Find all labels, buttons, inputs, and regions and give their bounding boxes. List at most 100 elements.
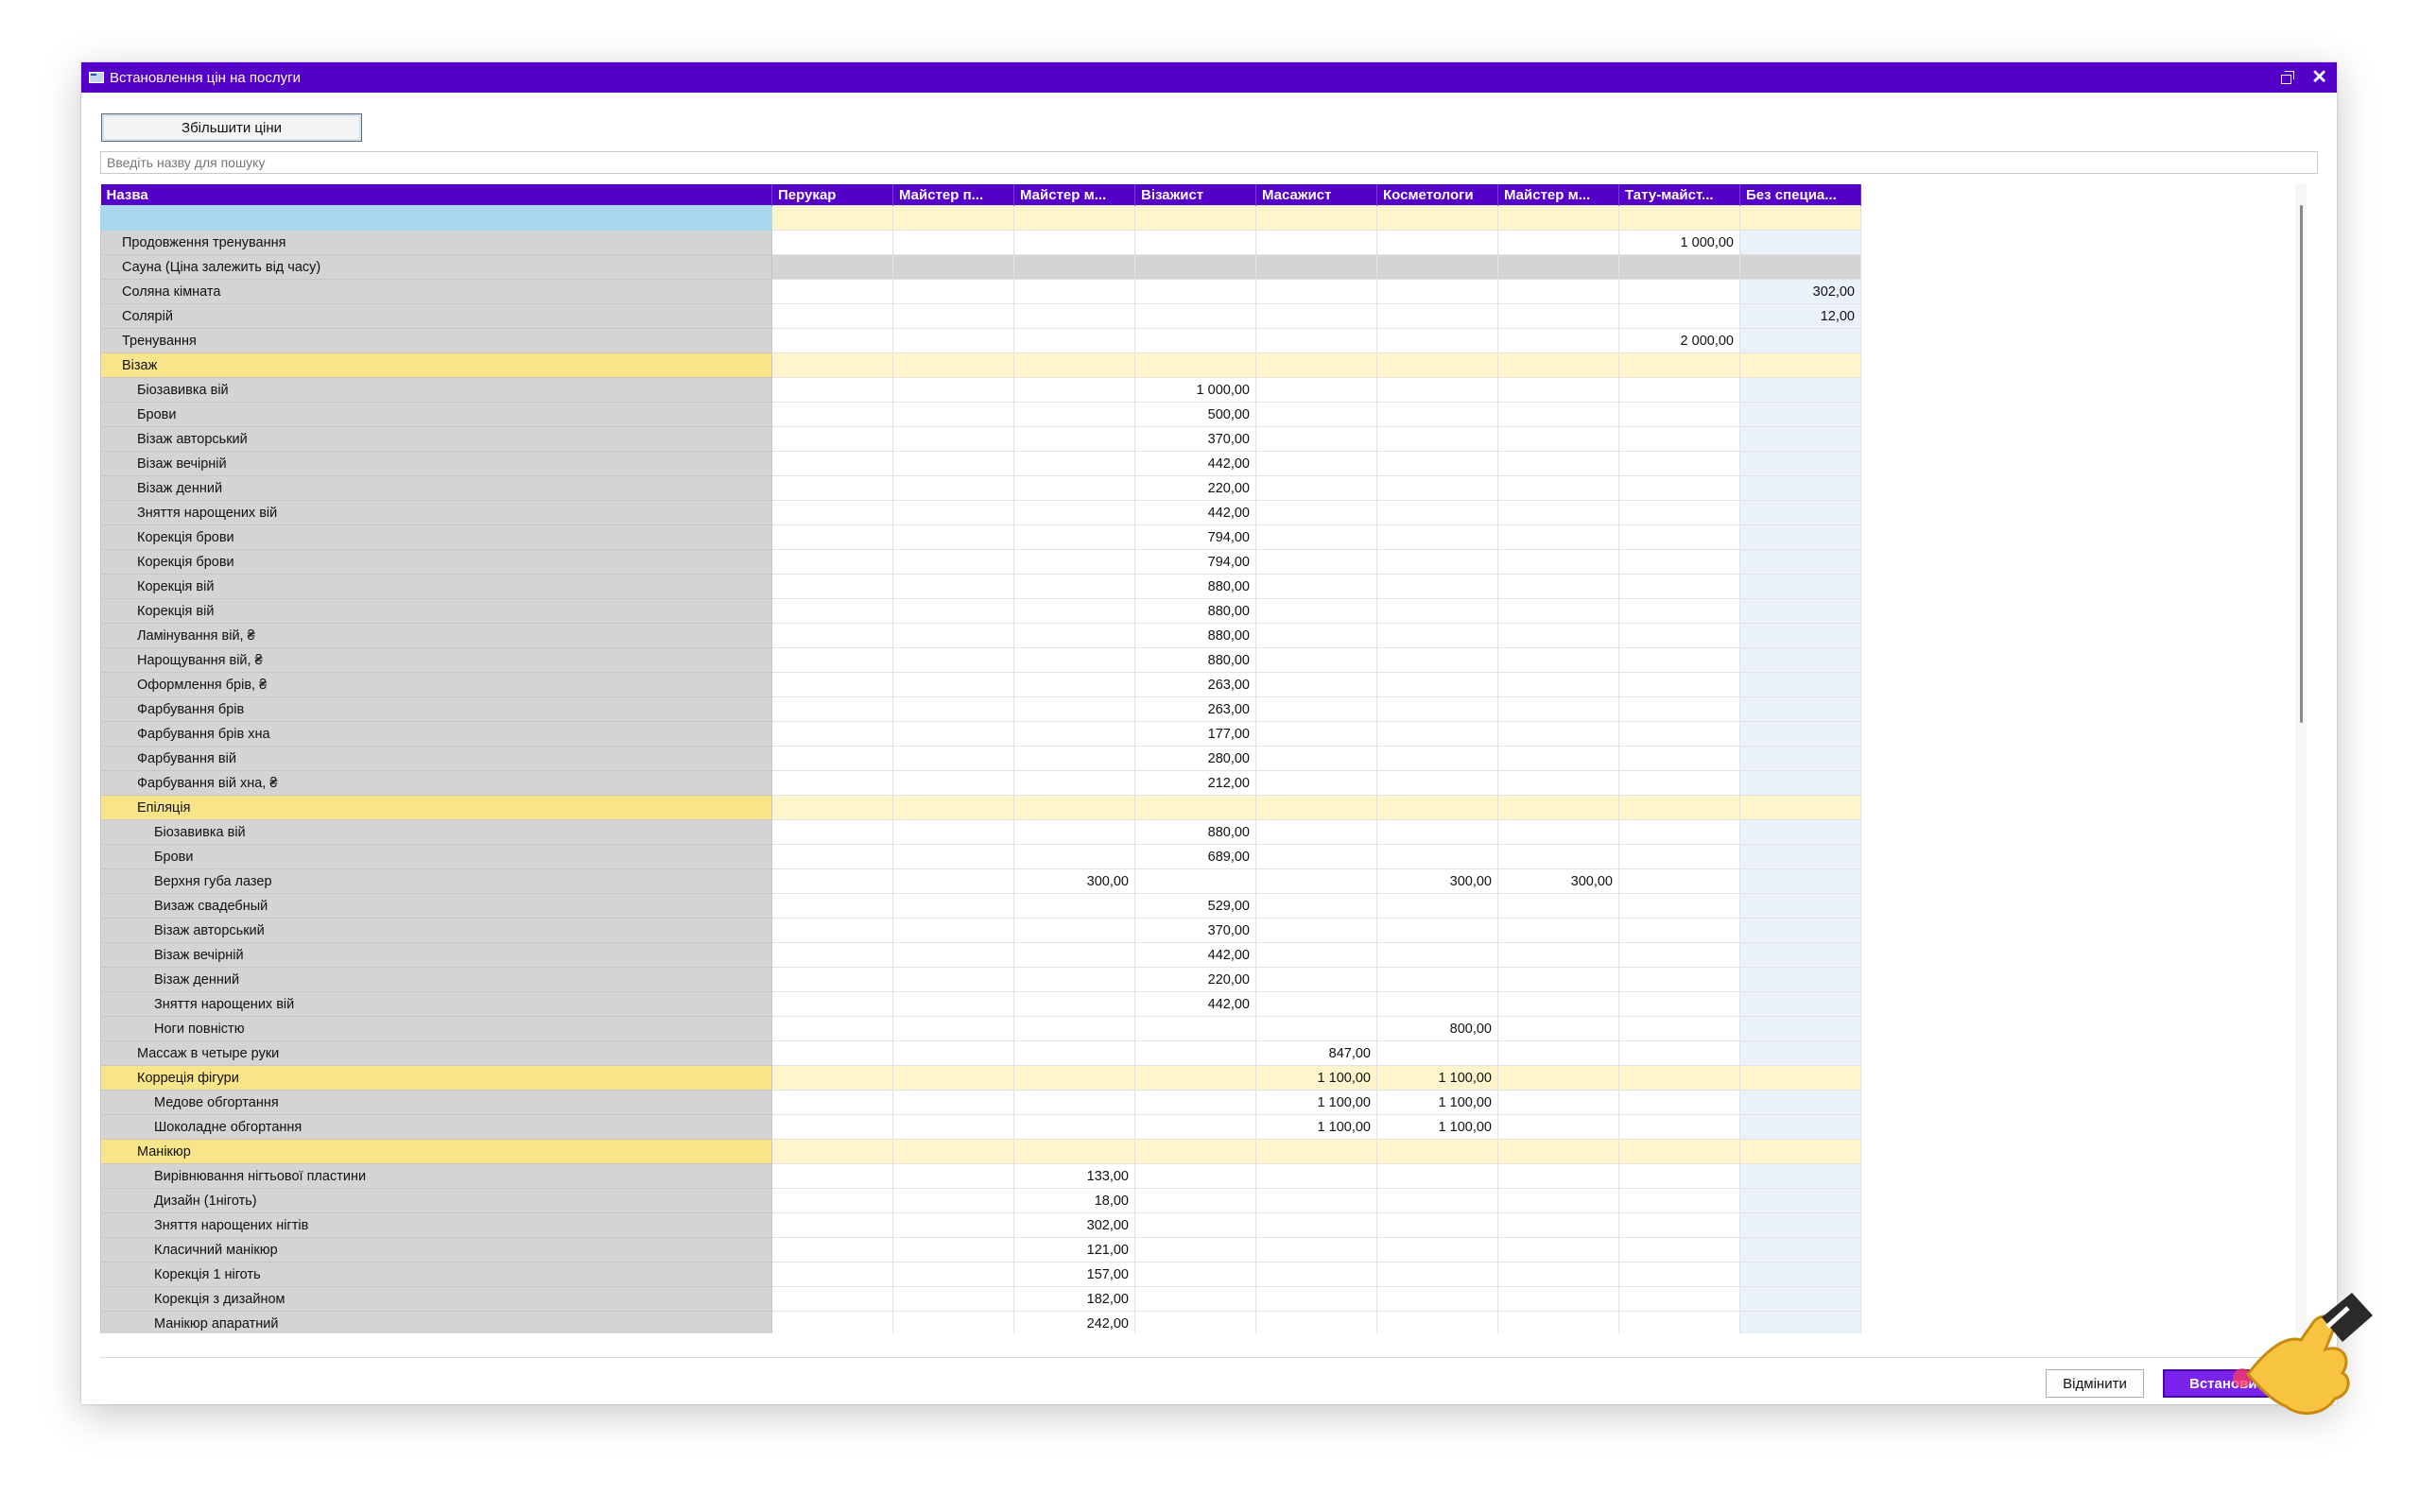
price-cell[interactable]: 800,00 (1376, 1016, 1498, 1041)
table-row[interactable]: Класичний манікюр 121,00 (100, 1237, 1861, 1263)
price-cell[interactable] (1618, 352, 1740, 378)
price-cell[interactable] (1013, 721, 1135, 747)
price-cell[interactable] (1739, 991, 1861, 1017)
price-cell[interactable] (1376, 819, 1498, 845)
price-cell[interactable] (892, 451, 1014, 476)
price-cell[interactable] (1255, 279, 1377, 304)
price-cell[interactable] (1255, 1188, 1377, 1213)
price-cell[interactable] (1739, 598, 1861, 624)
price-cell[interactable]: 182,00 (1013, 1286, 1135, 1312)
price-cell[interactable] (892, 1090, 1014, 1115)
price-cell[interactable] (1739, 328, 1861, 353)
price-cell[interactable] (1497, 672, 1619, 697)
price-cell[interactable] (892, 623, 1014, 648)
price-cell[interactable] (1376, 1040, 1498, 1066)
price-cell[interactable] (1013, 991, 1135, 1017)
price-cell[interactable] (1376, 1286, 1498, 1312)
price-cell[interactable]: 242,00 (1013, 1311, 1135, 1333)
price-cell[interactable]: 370,00 (1134, 918, 1256, 943)
price-cell[interactable] (1376, 1163, 1498, 1189)
price-cell[interactable] (1739, 1212, 1861, 1238)
price-cell[interactable] (1497, 303, 1619, 329)
table-row[interactable]: Тренування 2 000,00 (100, 328, 1861, 353)
price-cell[interactable] (1497, 230, 1619, 255)
price-cell[interactable] (771, 1040, 893, 1066)
price-cell[interactable] (1739, 893, 1861, 919)
price-cell[interactable] (1376, 918, 1498, 943)
table-row[interactable]: Біозавивка вій 1 000,00 (100, 377, 1861, 403)
price-cell[interactable] (892, 230, 1014, 255)
price-cell[interactable] (1013, 500, 1135, 525)
price-cell[interactable] (1255, 893, 1377, 919)
price-cell[interactable] (1497, 279, 1619, 304)
price-cell[interactable] (771, 230, 893, 255)
price-cell[interactable]: 177,00 (1134, 721, 1256, 747)
price-cell[interactable] (1739, 1163, 1861, 1189)
price-cell[interactable] (892, 1114, 1014, 1140)
price-cell[interactable] (1376, 1212, 1498, 1238)
table-row[interactable]: Ламінування вій, ₴ 880,00 (100, 623, 1861, 648)
price-cell[interactable] (771, 1090, 893, 1115)
price-cell[interactable] (892, 279, 1014, 304)
price-cell[interactable] (1618, 721, 1740, 747)
price-cell[interactable] (1497, 549, 1619, 575)
price-cell[interactable] (1618, 991, 1740, 1017)
price-cell[interactable] (1376, 1262, 1498, 1287)
price-cell[interactable] (771, 549, 893, 575)
column-header[interactable]: Майстер м... (1497, 184, 1619, 206)
price-cell[interactable] (892, 352, 1014, 378)
price-cell[interactable] (1134, 868, 1256, 894)
price-cell[interactable] (1497, 991, 1619, 1017)
price-cell[interactable]: 794,00 (1134, 549, 1256, 575)
price-cell[interactable] (1376, 942, 1498, 968)
price-cell[interactable] (892, 549, 1014, 575)
price-cell[interactable] (1013, 377, 1135, 403)
price-cell[interactable] (1376, 1237, 1498, 1263)
price-cell[interactable] (1255, 500, 1377, 525)
price-cell[interactable] (1739, 352, 1861, 378)
price-cell[interactable] (1497, 1016, 1619, 1041)
price-cell[interactable] (1376, 328, 1498, 353)
price-cell[interactable] (1013, 770, 1135, 796)
price-cell[interactable] (1013, 352, 1135, 378)
price-cell[interactable]: 529,00 (1134, 893, 1256, 919)
price-cell[interactable] (892, 1065, 1014, 1091)
price-cell[interactable] (892, 868, 1014, 894)
price-cell[interactable] (771, 1114, 893, 1140)
column-header[interactable]: Косметологи (1376, 184, 1498, 206)
price-cell[interactable]: 1 000,00 (1134, 377, 1256, 403)
price-cell[interactable] (1739, 1114, 1861, 1140)
table-row[interactable]: Шоколадне обгортання 1 100,00 1 100,00 (100, 1114, 1861, 1140)
price-cell[interactable] (1013, 475, 1135, 501)
price-cell[interactable] (1255, 1286, 1377, 1312)
price-cell[interactable] (771, 402, 893, 427)
table-row[interactable]: Корекція 1 ніготь 157,00 (100, 1262, 1861, 1287)
price-cell[interactable]: 220,00 (1134, 475, 1256, 501)
table-row[interactable] (100, 205, 1861, 231)
price-cell[interactable] (1739, 451, 1861, 476)
price-cell[interactable] (1618, 623, 1740, 648)
price-cell[interactable] (1134, 352, 1256, 378)
price-cell[interactable] (892, 696, 1014, 722)
table-row[interactable]: Візаж денний 220,00 (100, 475, 1861, 501)
price-cell[interactable] (771, 844, 893, 869)
price-cell[interactable] (771, 672, 893, 697)
price-cell[interactable] (892, 524, 1014, 550)
increase-prices-button[interactable]: Збільшити ціни (101, 113, 362, 142)
price-cell[interactable]: 500,00 (1134, 402, 1256, 427)
price-cell[interactable]: 302,00 (1013, 1212, 1135, 1238)
table-row[interactable]: Фарбування вій хна, ₴ 212,00 (100, 770, 1861, 796)
price-cell[interactable] (1618, 279, 1740, 304)
price-cell[interactable] (771, 623, 893, 648)
price-cell[interactable] (1255, 795, 1377, 820)
price-cell[interactable] (1013, 746, 1135, 771)
price-cell[interactable]: 442,00 (1134, 991, 1256, 1017)
price-cell[interactable] (1618, 303, 1740, 329)
price-cell[interactable] (892, 500, 1014, 525)
price-cell[interactable] (1134, 1262, 1256, 1287)
price-cell[interactable] (771, 819, 893, 845)
price-cell[interactable] (1013, 1065, 1135, 1091)
price-cell[interactable] (1739, 868, 1861, 894)
price-cell[interactable] (1618, 598, 1740, 624)
price-cell[interactable]: 794,00 (1134, 524, 1256, 550)
